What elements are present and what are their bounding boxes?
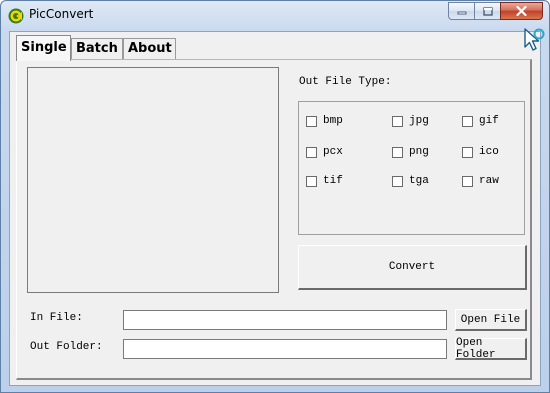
out-folder-field[interactable] xyxy=(123,339,447,359)
format-options-group: bmp jpg gif pcx png ico tif tga raw xyxy=(298,101,525,235)
format-checkbox-ico[interactable]: ico xyxy=(462,146,499,158)
close-button[interactable] xyxy=(500,2,543,20)
checkbox-box[interactable] xyxy=(392,175,403,187)
checkbox-box[interactable] xyxy=(306,175,317,187)
tab-about-label: About xyxy=(128,41,172,56)
maximize-icon xyxy=(482,6,493,16)
minimize-icon xyxy=(457,11,466,15)
single-tab-panel: Out File Type: bmp jpg gif pcx png ico t… xyxy=(16,59,532,380)
format-checkbox-raw[interactable]: raw xyxy=(462,175,499,187)
format-label: png xyxy=(409,146,429,158)
checkbox-box[interactable] xyxy=(392,115,403,127)
checkbox-box[interactable] xyxy=(462,115,473,127)
maximize-button[interactable] xyxy=(474,2,500,20)
format-label: jpg xyxy=(409,115,429,127)
app-window: PicConvert Single Batch About Out File T… xyxy=(0,0,550,393)
checkbox-box[interactable] xyxy=(462,175,473,187)
format-checkbox-png[interactable]: png xyxy=(392,146,429,158)
title-bar[interactable]: PicConvert xyxy=(1,1,549,31)
open-folder-button[interactable]: Open Folder xyxy=(455,336,527,361)
tab-batch[interactable]: Batch xyxy=(71,38,123,60)
minimize-button[interactable] xyxy=(448,2,474,20)
in-file-field[interactable] xyxy=(123,310,447,330)
format-checkbox-jpg[interactable]: jpg xyxy=(392,115,429,127)
out-file-type-label: Out File Type: xyxy=(299,76,392,88)
tab-about[interactable]: About xyxy=(123,38,176,60)
checkbox-box[interactable] xyxy=(306,146,317,158)
tab-single-label: Single xyxy=(21,40,67,55)
mouse-cursor-icon xyxy=(524,28,545,51)
tab-single[interactable]: Single xyxy=(16,35,71,61)
format-label: pcx xyxy=(323,146,343,158)
open-folder-button-label: Open Folder xyxy=(456,336,496,361)
format-checkbox-tif[interactable]: tif xyxy=(306,175,343,187)
format-checkbox-gif[interactable]: gif xyxy=(462,115,499,127)
caption-buttons xyxy=(448,2,543,21)
checkbox-box[interactable] xyxy=(392,146,403,158)
format-label: tga xyxy=(409,175,429,187)
open-file-button-label: Open File xyxy=(460,313,521,326)
format-label: tif xyxy=(323,175,343,187)
format-checkbox-pcx[interactable]: pcx xyxy=(306,146,343,158)
window-title: PicConvert xyxy=(29,7,94,21)
convert-button-label: Convert xyxy=(388,261,436,273)
close-icon xyxy=(516,6,527,16)
format-label: bmp xyxy=(323,115,343,127)
format-label: raw xyxy=(479,175,499,187)
image-preview xyxy=(27,67,279,293)
open-file-button[interactable]: Open File xyxy=(455,309,527,331)
format-checkbox-tga[interactable]: tga xyxy=(392,175,429,187)
checkbox-box[interactable] xyxy=(306,115,317,127)
out-folder-label: Out Folder: xyxy=(30,341,103,353)
convert-button[interactable]: Convert xyxy=(298,245,527,290)
client-area: Single Batch About Out File Type: bmp jp… xyxy=(9,31,541,386)
in-file-label: In File: xyxy=(30,312,83,324)
checkbox-box[interactable] xyxy=(462,146,473,158)
format-checkbox-bmp[interactable]: bmp xyxy=(306,115,343,127)
format-label: gif xyxy=(479,115,499,127)
tab-batch-label: Batch xyxy=(76,41,118,56)
format-label: ico xyxy=(479,146,499,158)
app-logo-icon xyxy=(8,8,24,24)
